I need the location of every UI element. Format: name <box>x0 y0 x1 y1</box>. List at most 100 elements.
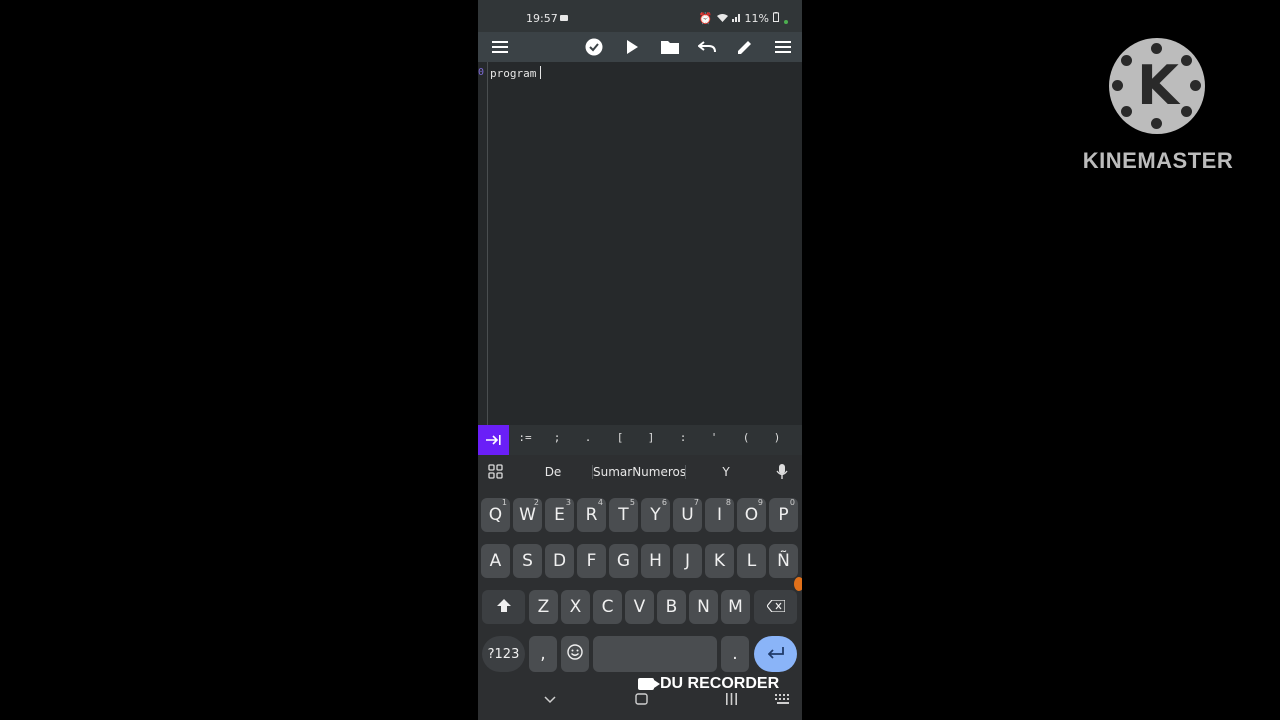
kinemaster-logo: K <box>1109 38 1205 134</box>
symbol-bar: := ; . [ ] : ' ( ) <box>478 425 802 455</box>
key-y[interactable]: Y6 <box>641 498 670 532</box>
folder-icon[interactable] <box>658 36 682 58</box>
suggestion-item[interactable]: Y <box>703 465 749 479</box>
microphone-icon[interactable] <box>776 464 788 484</box>
shift-icon <box>496 597 511 617</box>
backspace-icon <box>765 597 786 617</box>
code-text: program <box>490 67 537 80</box>
logo-dot <box>1181 106 1192 117</box>
key-label: E <box>554 505 565 525</box>
key-hint: 7 <box>693 498 699 507</box>
key-l[interactable]: L <box>737 544 766 578</box>
overflow-menu-icon[interactable] <box>771 36 795 58</box>
key-label: R <box>585 505 598 525</box>
suggestion-divider <box>685 465 686 479</box>
key-g[interactable]: G <box>609 544 638 578</box>
app-toolbar <box>478 32 802 62</box>
key-h[interactable]: H <box>641 544 670 578</box>
key-m[interactable]: M <box>721 590 750 624</box>
suggestion-strip: De SumarNumeros Y <box>478 455 802 489</box>
symbol-key[interactable]: ' <box>702 431 726 444</box>
shift-key[interactable] <box>482 590 525 624</box>
symbol-key[interactable]: ; <box>545 431 569 444</box>
alarm-icon: ⏰ <box>698 12 713 25</box>
key-hint: 3 <box>565 498 571 507</box>
key-k[interactable]: K <box>705 544 734 578</box>
key-label: U <box>681 505 694 525</box>
key-t[interactable]: T5 <box>609 498 638 532</box>
comma-key[interactable]: , <box>529 636 557 672</box>
phone-screen: 19:57 ⏰ 11% 0 program:= ; . []: ' ()… <box>478 0 802 720</box>
chevron-down-icon[interactable] <box>544 693 556 708</box>
video-camera-icon <box>638 678 660 690</box>
symbol-key[interactable]: ( <box>734 431 758 444</box>
kinemaster-watermark: K KINEMASTER <box>1072 38 1244 178</box>
suggestion-item[interactable]: De <box>528 465 578 479</box>
symbol-key[interactable]: := <box>513 431 537 444</box>
symbol-key[interactable]: ] <box>639 431 663 444</box>
key-hint: 6 <box>661 498 667 507</box>
key-label: T <box>618 505 629 525</box>
key-i[interactable]: I8 <box>705 498 734 532</box>
symbol-key[interactable]: : <box>671 431 695 444</box>
status-bar: 19:57 ⏰ 11% <box>478 0 802 32</box>
code-editor[interactable]: 0 program <box>478 62 802 425</box>
key-n-tilde[interactable]: Ñ <box>769 544 798 578</box>
logo-dot <box>1121 55 1132 66</box>
key-s[interactable]: S <box>513 544 542 578</box>
symbol-key[interactable]: [ <box>608 431 632 444</box>
key-o[interactable]: O9 <box>737 498 766 532</box>
key-f[interactable]: F <box>577 544 606 578</box>
menu-icon[interactable] <box>488 36 512 58</box>
key-label: I <box>716 505 722 525</box>
space-bar[interactable] <box>593 636 717 672</box>
undo-icon[interactable] <box>695 36 719 58</box>
key-p[interactable]: P0 <box>769 498 798 532</box>
logo-dot <box>1190 80 1201 91</box>
battery-percent: 11% <box>744 12 769 25</box>
period-key[interactable]: . <box>721 636 749 672</box>
key-r[interactable]: R4 <box>577 498 606 532</box>
numbers-key[interactable]: ?123 <box>482 636 525 672</box>
key-c[interactable]: C <box>593 590 622 624</box>
du-recorder-watermark: DU RECORDER <box>638 675 779 693</box>
symbol-key[interactable]: . <box>576 431 600 444</box>
key-label: W <box>519 505 536 525</box>
code-line[interactable]: program <box>490 66 542 80</box>
key-v[interactable]: V <box>625 590 654 624</box>
play-icon[interactable] <box>620 36 644 58</box>
pencil-icon[interactable] <box>733 36 757 58</box>
home-icon[interactable] <box>635 693 648 709</box>
apps-grid-icon[interactable] <box>488 464 503 483</box>
key-e[interactable]: E3 <box>545 498 574 532</box>
key-label: Y <box>650 505 661 525</box>
status-time: 19:57 <box>526 12 558 25</box>
floating-record-bubble[interactable] <box>794 577 802 591</box>
line-number: 0 <box>478 67 485 78</box>
suggestion-item[interactable]: SumarNumeros <box>593 465 686 479</box>
key-n[interactable]: N <box>689 590 718 624</box>
tab-indent-icon[interactable] <box>478 425 509 455</box>
key-a[interactable]: A <box>481 544 510 578</box>
key-x[interactable]: X <box>561 590 590 624</box>
key-label: Q <box>488 505 503 525</box>
recent-apps-icon[interactable] <box>725 693 738 709</box>
key-b[interactable]: B <box>657 590 686 624</box>
key-j[interactable]: J <box>673 544 702 578</box>
wifi-icon <box>716 12 728 25</box>
key-hint: 4 <box>597 498 603 507</box>
key-d[interactable]: D <box>545 544 574 578</box>
logo-dot <box>1151 118 1162 129</box>
enter-key[interactable] <box>754 636 797 672</box>
emoji-key[interactable] <box>561 636 589 672</box>
check-circle-icon[interactable] <box>582 36 606 58</box>
keyboard-grid-icon[interactable] <box>775 693 791 708</box>
symbol-key[interactable]: ) <box>765 431 789 444</box>
key-label: O <box>744 505 759 525</box>
logo-dot <box>1121 106 1132 117</box>
backspace-key[interactable] <box>754 590 797 624</box>
key-q[interactable]: Q1 <box>481 498 510 532</box>
key-z[interactable]: Z <box>529 590 558 624</box>
key-u[interactable]: U7 <box>673 498 702 532</box>
key-w[interactable]: W2 <box>513 498 542 532</box>
